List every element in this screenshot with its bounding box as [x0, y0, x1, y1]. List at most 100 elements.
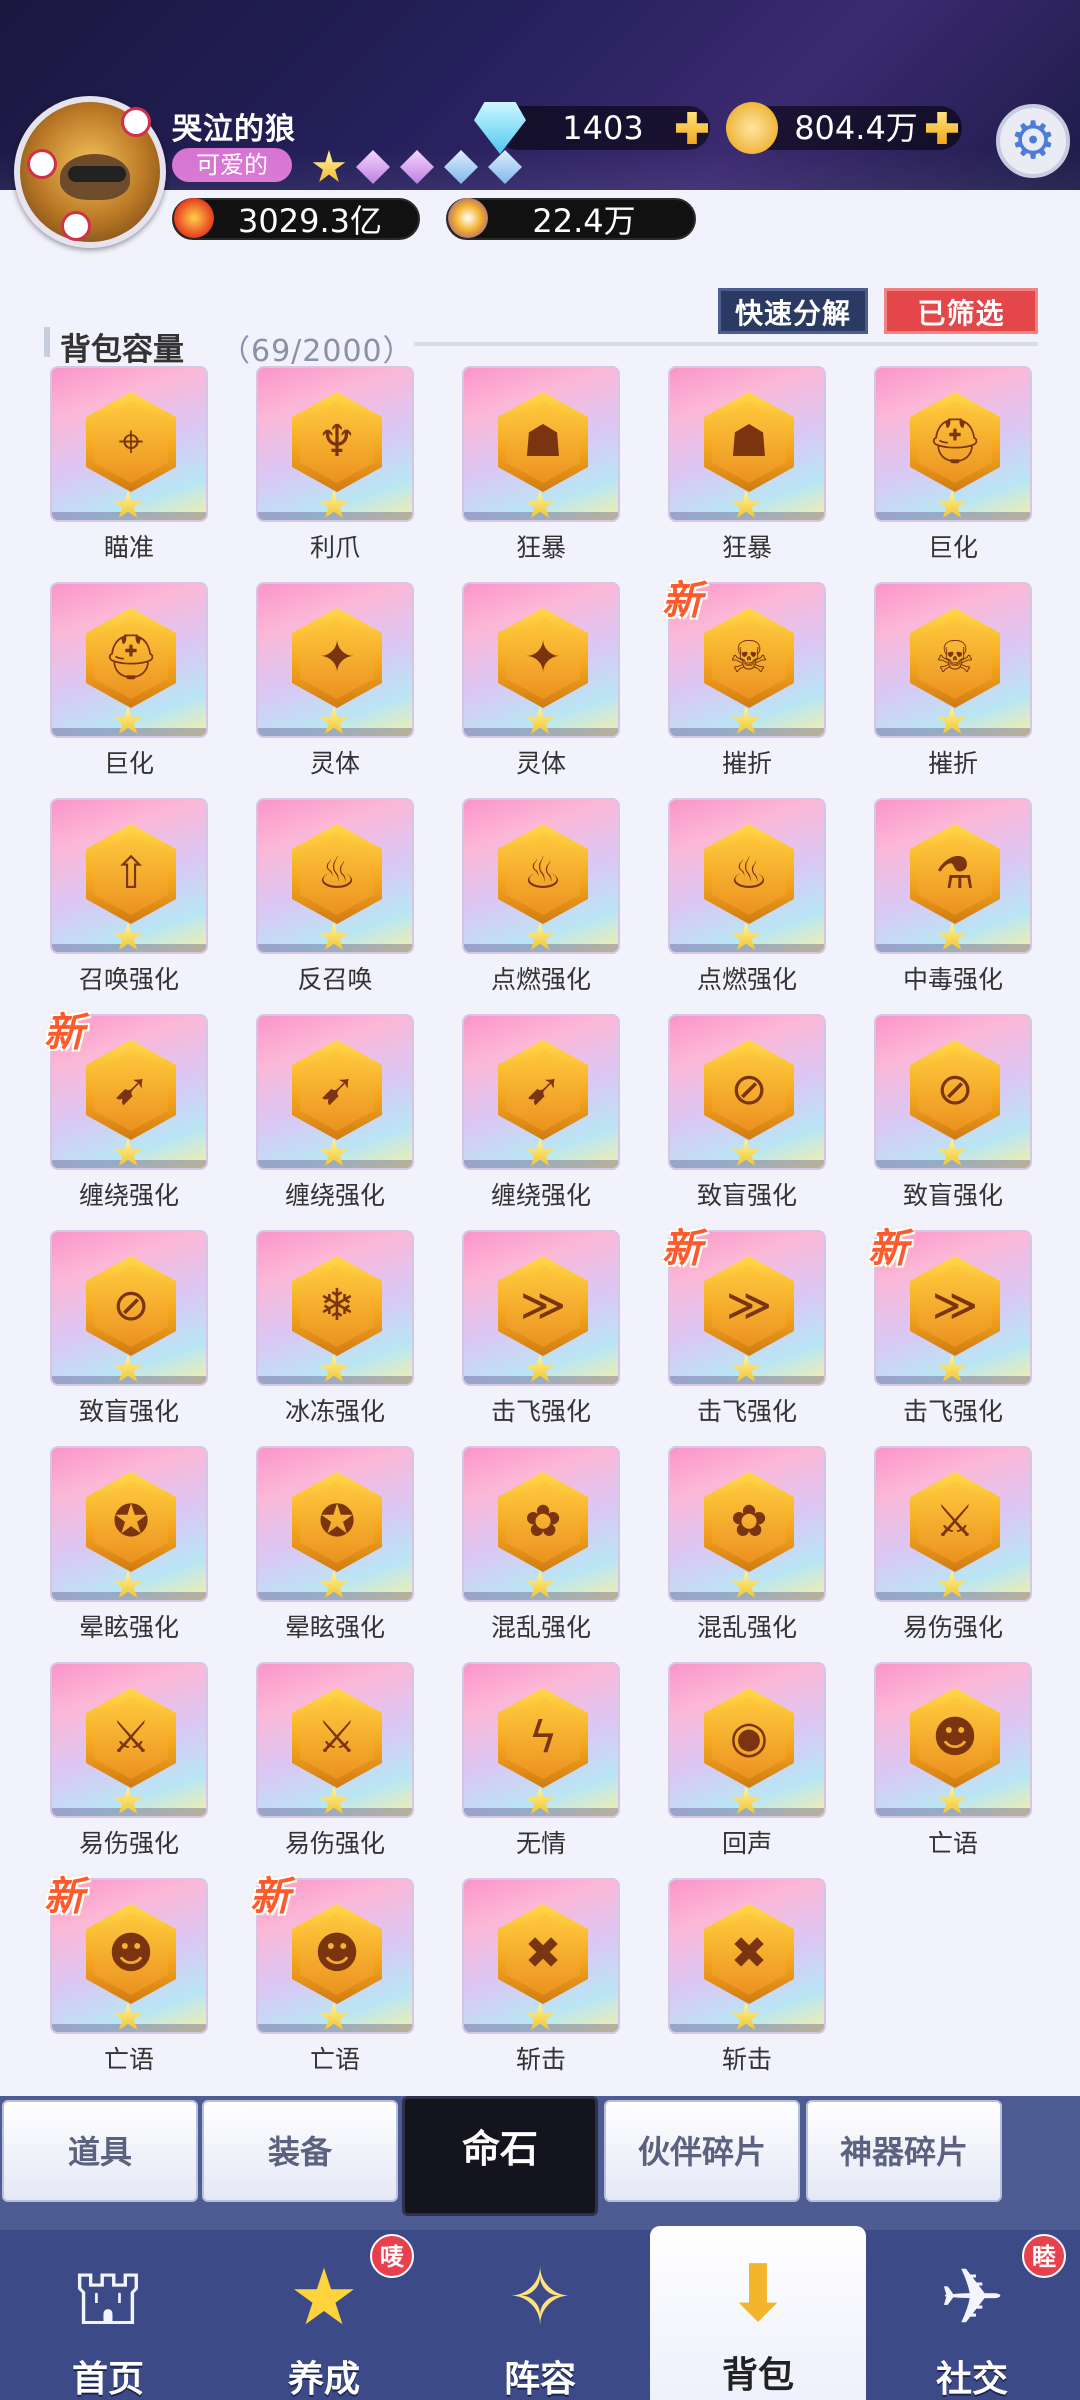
avatar-glasses [68, 166, 126, 182]
rune-label: 亡语 [309, 2045, 360, 2074]
rune-item[interactable]: ☠ 摧折 [874, 582, 1032, 778]
rune-item[interactable]: ⛑ 巨化 [874, 366, 1032, 562]
rune-item[interactable]: ◉ 回声 [668, 1662, 826, 1858]
filter-button[interactable]: 已筛选 [884, 288, 1038, 334]
rune-item[interactable]: ✖ 斩击 [462, 1878, 620, 2074]
demon-drum-icon: ☠ [918, 617, 992, 699]
rune-item[interactable]: ✦ 灵体 [256, 582, 414, 778]
rank-star-icon [312, 150, 346, 182]
rune-label: 摧折 [927, 749, 978, 778]
rune-item[interactable]: ☠ 摧折 新 [662, 578, 826, 778]
rune-item[interactable]: ≫ 击飞强化 新 [868, 1226, 1032, 1426]
rune-item[interactable]: ϟ 无情 [462, 1662, 620, 1858]
rune-label: 回声 [721, 1829, 772, 1858]
rune-label: 斩击 [515, 2045, 566, 2074]
rune-item[interactable]: ➹ 缠绕强化 [462, 1014, 620, 1210]
rune-label: 易伤强化 [902, 1613, 1003, 1642]
vulnerable-sword-icon: ⚔ [918, 1481, 992, 1563]
bottom-navigation: ⛫ 首页 ★ 养成 唛 ✧ 阵容 ⬇ 背包 ✈ 社交 睦 [0, 2226, 1080, 2400]
rune-item[interactable]: ♨ 点燃强化 [668, 798, 826, 994]
rune-hex-frame: ☻ [910, 1688, 1000, 1788]
rage-face-icon: ☗ [506, 401, 580, 483]
rank-diamond-icon [444, 150, 478, 184]
rune-item[interactable]: ⚗ 中毒强化 [874, 798, 1032, 994]
notification-badge: 唛 [370, 2234, 414, 2278]
rune-hex-frame: ≫ [498, 1256, 588, 1356]
rune-hex-frame: ✪ [86, 1472, 176, 1572]
rune-label: 混乱强化 [696, 1613, 797, 1642]
rune-item[interactable]: ⌖ 瞄准 [50, 366, 208, 562]
nav-home-label: 首页 [71, 2359, 144, 2400]
rune-item[interactable]: ⚔ 易伤强化 [256, 1662, 414, 1858]
blind-icon: ⊘ [712, 1049, 786, 1131]
rune-hex-frame: ☗ [498, 392, 588, 492]
tab-runes[interactable]: 命石 [402, 2096, 598, 2216]
rune-label: 致盲强化 [696, 1181, 797, 1210]
rune-item[interactable]: ≫ 击飞强化 新 [662, 1226, 826, 1426]
rune-item[interactable]: ☻ 亡语 新 [250, 1874, 414, 2074]
rune-label: 狂暴 [515, 533, 566, 562]
rune-item[interactable]: ⚔ 易伤强化 [874, 1446, 1032, 1642]
rune-item[interactable]: ☻ 亡语 新 [44, 1874, 208, 2074]
rune-item[interactable]: ✿ 混乱强化 [668, 1446, 826, 1642]
slash-icon: ✖ [712, 1913, 786, 1995]
tab-partner-shards[interactable]: 伙伴碎片 [604, 2100, 800, 2202]
player-name: 哭泣的狼 [172, 112, 296, 147]
rank-diamond-icon [488, 150, 522, 184]
rune-label: 巨化 [103, 749, 154, 778]
nav-backpack[interactable]: ⬇ 背包 [650, 2226, 866, 2400]
settings-gear-icon[interactable]: ⚙ [996, 104, 1070, 178]
rune-hex-frame: ❄ [292, 1256, 382, 1356]
knockup-icon: ≫ [506, 1265, 580, 1347]
rune-item[interactable]: ✿ 混乱强化 [462, 1446, 620, 1642]
rune-label: 击飞强化 [490, 1397, 591, 1426]
tab-items[interactable]: 道具 [2, 2100, 198, 2202]
spirit-icon: ✦ [300, 617, 374, 699]
rune-label: 灵体 [515, 749, 566, 778]
rune-item[interactable]: ❄ 冰冻强化 [256, 1230, 414, 1426]
rune-item[interactable]: ✪ 晕眩强化 [50, 1446, 208, 1642]
rune-item[interactable]: ♨ 点燃强化 [462, 798, 620, 994]
player-title-badge[interactable]: 可爱的 [172, 148, 292, 182]
rank-diamond-icon [356, 150, 390, 184]
rune-item[interactable]: ⊘ 致盲强化 [50, 1230, 208, 1426]
rune-item[interactable]: ⊘ 致盲强化 [874, 1014, 1032, 1210]
rune-item[interactable]: ≫ 击飞强化 [462, 1230, 620, 1426]
new-badge: 新 [250, 1874, 290, 1920]
rune-item[interactable]: ✦ 灵体 [462, 582, 620, 778]
nav-home[interactable]: ⛫ 首页 [0, 2230, 216, 2400]
rune-item[interactable]: ⚔ 易伤强化 [50, 1662, 208, 1858]
category-tabs: 道具 装备 命石 伙伴碎片 神器碎片 [0, 2096, 1080, 2230]
rune-item[interactable]: ☻ 亡语 [874, 1662, 1032, 1858]
rune-hex-frame: ☠ [704, 608, 794, 708]
quick-decompose-button[interactable]: 快速分解 [718, 288, 868, 334]
nav-social[interactable]: ✈ 社交 睦 [864, 2230, 1080, 2400]
rune-label: 缠绕强化 [78, 1181, 179, 1210]
rune-hex-frame: ✖ [498, 1904, 588, 2004]
rune-label: 易伤强化 [284, 1829, 385, 1858]
nav-lineup[interactable]: ✧ 阵容 [432, 2230, 648, 2400]
rune-label: 斩击 [721, 2045, 772, 2074]
tab-artifact-shards[interactable]: 神器碎片 [806, 2100, 1002, 2202]
player-avatar[interactable] [14, 96, 166, 248]
rune-item[interactable]: ☗ 狂暴 [668, 366, 826, 562]
nav-social-label: 社交 [935, 2359, 1008, 2400]
tab-equipment[interactable]: 装备 [202, 2100, 398, 2202]
nav-growth[interactable]: ★ 养成 唛 [216, 2230, 432, 2400]
rune-item[interactable]: ⇧ 召唤强化 [50, 798, 208, 994]
rune-item[interactable]: ➹ 缠绕强化 新 [44, 1010, 208, 1210]
rune-label: 狂暴 [721, 533, 772, 562]
rune-item[interactable]: ⛑ 巨化 [50, 582, 208, 778]
notification-badge: 睦 [1022, 2234, 1066, 2278]
deathrattle-icon: ☻ [300, 1913, 374, 1995]
rune-item[interactable]: ♨ 反召唤 [256, 798, 414, 994]
rune-hex-frame: ☻ [292, 1904, 382, 2004]
rune-item[interactable]: ⊘ 致盲强化 [668, 1014, 826, 1210]
rune-item[interactable]: ✪ 晕眩强化 [256, 1446, 414, 1642]
rune-item[interactable]: ☗ 狂暴 [462, 366, 620, 562]
gold-coin-icon [726, 102, 778, 154]
divider [414, 342, 1038, 346]
rune-item[interactable]: ✖ 斩击 [668, 1878, 826, 2074]
rune-item[interactable]: ➹ 缠绕强化 [256, 1014, 414, 1210]
rune-item[interactable]: ♆ 利爪 [256, 366, 414, 562]
